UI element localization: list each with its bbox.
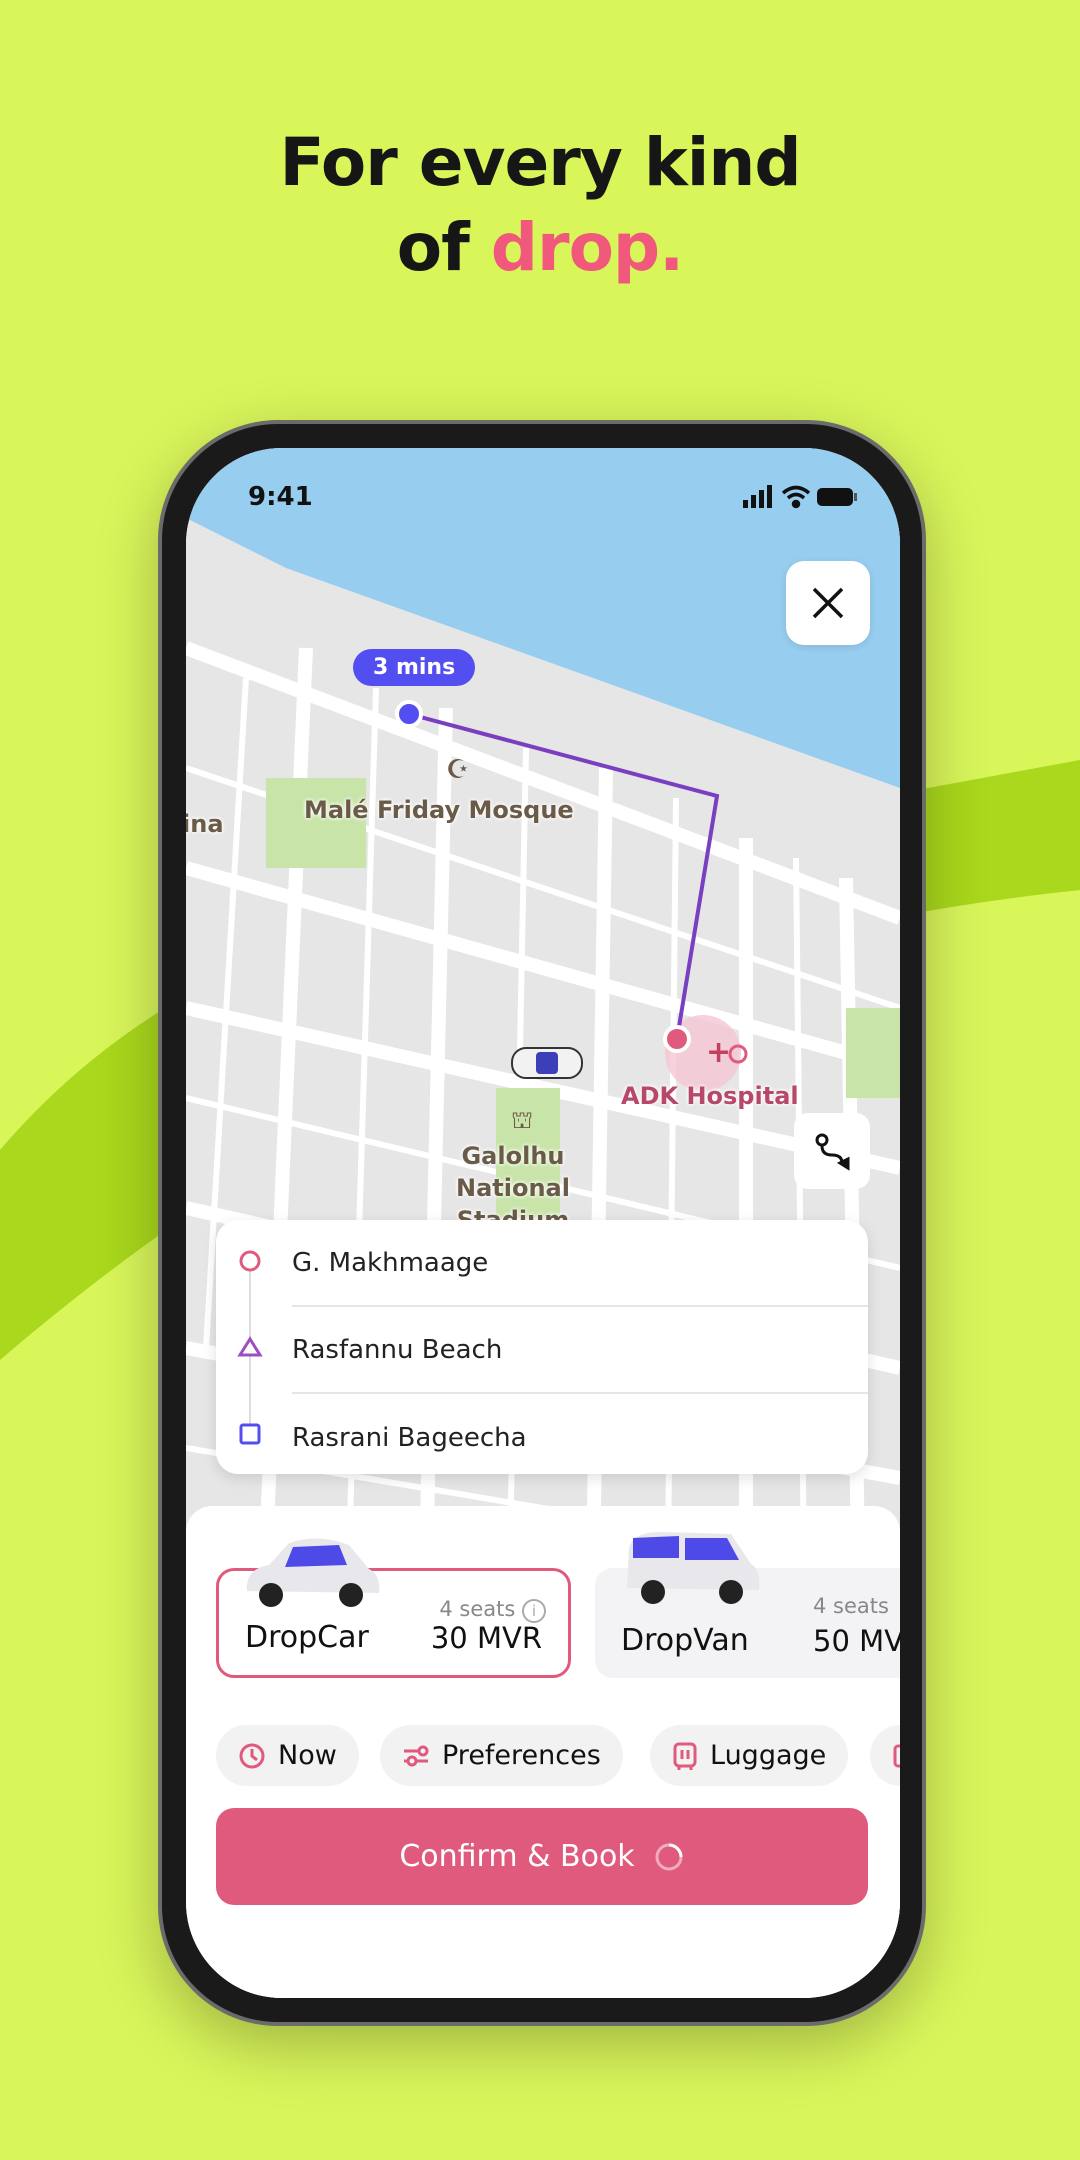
confirm-label: Confirm & Book	[399, 1839, 635, 1874]
map-label-mosque: Malé Friday Mosque	[304, 796, 574, 824]
car-icon	[511, 1047, 583, 1079]
chip-more[interactable]	[870, 1725, 900, 1786]
headline-line1: For every kind	[279, 124, 801, 201]
chip-partial-icon	[893, 1744, 900, 1767]
stop-label: G. Makhmaage	[292, 1247, 489, 1278]
close-button[interactable]	[786, 561, 870, 645]
luggage-icon	[673, 1742, 697, 1770]
vehicle-price: 50 MVR	[813, 1624, 900, 1658]
chip-preferences[interactable]: Preferences	[380, 1725, 623, 1786]
headline-accent: drop.	[490, 209, 684, 286]
close-icon	[812, 587, 844, 619]
clock-icon	[239, 1743, 265, 1768]
vehicle-seats: 4 seats i	[439, 1597, 546, 1623]
confirm-book-button[interactable]: Confirm & Book	[216, 1808, 868, 1905]
dropoff-marker	[663, 1025, 691, 1053]
chip-label: Luggage	[710, 1740, 827, 1771]
route-overview-button[interactable]	[794, 1113, 870, 1189]
vehicle-name: DropCar	[245, 1620, 369, 1655]
square-icon	[239, 1423, 261, 1445]
sliders-icon	[404, 1745, 429, 1766]
svg-text:+: +	[706, 1035, 731, 1070]
vehicle-price: 30 MVR	[430, 1621, 542, 1655]
map-label-hospital: ADK Hospital	[621, 1082, 799, 1110]
eta-badge: 3 mins	[353, 649, 476, 686]
info-icon[interactable]: i	[522, 1599, 546, 1623]
pickup-marker	[395, 700, 423, 728]
car-image	[246, 1538, 380, 1607]
headline-prefix: of	[396, 209, 491, 286]
vehicle-option-dropcar[interactable]: DropCar 4 seats i 30 MVR	[216, 1538, 571, 1678]
route-stops-card: G. Makhmaage Rasfannu Beach Rasrani Bage…	[216, 1220, 868, 1474]
stop-destination[interactable]: Rasrani Bageecha	[292, 1394, 868, 1481]
circle-icon	[239, 1250, 261, 1272]
stop-waypoint[interactable]: Rasfannu Beach	[292, 1307, 868, 1394]
vehicle-name: DropVan	[621, 1623, 749, 1658]
stop-label: Rasfannu Beach	[292, 1334, 503, 1365]
battery-icon	[817, 488, 857, 506]
headline-line2: of drop.	[0, 205, 1080, 291]
chip-now[interactable]: Now	[216, 1725, 359, 1786]
chip-label: Preferences	[442, 1740, 601, 1771]
wifi-icon	[781, 485, 811, 509]
van-image	[627, 1532, 760, 1604]
loading-spinner-icon	[655, 1843, 683, 1870]
map-label-partial: ina	[186, 810, 224, 838]
signal-icon	[743, 485, 772, 508]
stadium-line1: Galolhu National	[456, 1142, 570, 1202]
chip-luggage[interactable]: Luggage	[650, 1725, 849, 1786]
stadium-icon: ⛫	[511, 1106, 533, 1134]
stop-pickup[interactable]: G. Makhmaage	[292, 1220, 868, 1307]
phone-screen: + ☪ ⛫ 9:41 3 mins Malé Friday Mosque ina…	[186, 448, 900, 1998]
vehicle-seats: 4 seats	[813, 1594, 889, 1618]
triangle-icon	[237, 1336, 263, 1357]
booking-sheet: DropCar 4 seats i 30 MVR DropVan 4 seats…	[186, 1506, 900, 1998]
vehicle-option-dropvan[interactable]: DropVan 4 seats 50 MVR	[595, 1532, 900, 1678]
chip-label: Now	[278, 1740, 337, 1771]
stop-markers	[237, 1250, 263, 1445]
stop-label: Rasrani Bageecha	[292, 1422, 527, 1453]
mosque-icon: ☪	[446, 755, 469, 785]
status-icons	[743, 485, 857, 509]
seats-text: 4 seats	[439, 1597, 516, 1621]
route-icon	[815, 1133, 850, 1171]
status-time: 9:41	[248, 482, 313, 512]
